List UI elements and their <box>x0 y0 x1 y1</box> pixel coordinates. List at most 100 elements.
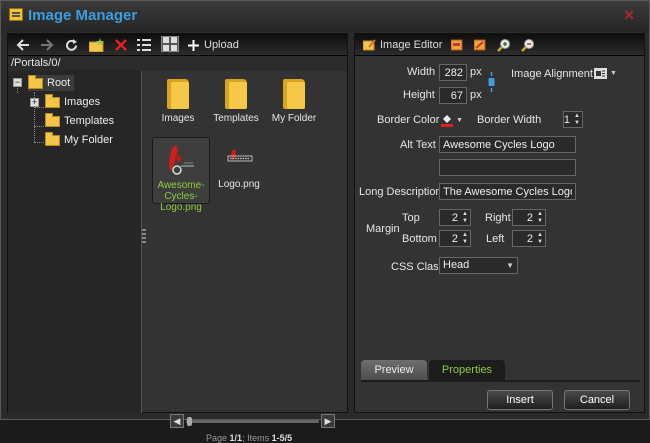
border-width-label: Border Width <box>477 114 542 126</box>
stepper-arrows[interactable]: ▲ ▼ <box>461 232 469 245</box>
back-icon[interactable] <box>16 37 30 53</box>
margin-label: Margin <box>366 223 400 235</box>
image-properties-panel: Image Editor Width px Height px Image Al… <box>354 33 645 413</box>
tab-preview[interactable]: Preview <box>361 360 427 380</box>
margin-bottom-label: Bottom <box>402 233 437 245</box>
editor-toolbar: Image Editor <box>355 34 644 56</box>
folder-icon <box>225 79 247 109</box>
width-field[interactable] <box>439 64 467 81</box>
new-folder-icon[interactable] <box>89 37 105 53</box>
tree-node-root[interactable]: Root <box>28 74 75 91</box>
alt-text-label: Alt Text <box>400 139 436 151</box>
tree-node-label: My Folder <box>64 134 113 146</box>
scroll-left-button[interactable]: ◀ <box>170 414 184 428</box>
image-editor-icon <box>363 39 376 51</box>
thumbnail-view-icon[interactable] <box>161 36 179 52</box>
scroll-thumb[interactable] <box>187 417 192 426</box>
image-thumbnail <box>166 144 196 176</box>
file-caption: Images <box>161 113 195 124</box>
image-alignment-label: Image Alignment <box>511 68 593 80</box>
window-title: Image Manager <box>28 7 138 24</box>
long-description-label: Long Description <box>359 186 442 198</box>
editor-tool-icon-2[interactable] <box>474 37 486 53</box>
chevron-down-icon: ▼ <box>506 261 514 270</box>
path-breadcrumb: /Portals/0/ <box>8 56 347 71</box>
page-info: Page 1/1; Items 1-5/5 <box>206 433 293 443</box>
margin-bottom-stepper[interactable]: 2 ▲ ▼ <box>439 230 471 247</box>
margin-left-label: Left <box>486 233 505 245</box>
chevron-down-icon: ▼ <box>456 116 463 124</box>
tree-node-templates[interactable]: Templates <box>45 112 115 129</box>
tree-node-my-folder[interactable]: My Folder <box>45 131 113 148</box>
folder-icon <box>167 79 189 109</box>
app-icon <box>9 8 23 21</box>
height-unit: px <box>470 89 482 101</box>
browser-toolbar: Upload <box>8 34 347 56</box>
file-item-logo[interactable]: Logo.png <box>210 137 268 190</box>
stepper-arrows[interactable]: ▲ ▼ <box>536 232 544 245</box>
width-unit: px <box>470 66 482 78</box>
file-item-awesome-cycles-logo[interactable]: Awesome-Cycles-Logo.png <box>152 137 210 213</box>
margin-top-label: Top <box>402 212 420 224</box>
pane-splitter-handle[interactable] <box>142 229 146 243</box>
tab-properties[interactable]: Properties <box>429 360 505 380</box>
cancel-button[interactable]: Cancel <box>564 390 630 410</box>
list-view-icon[interactable] <box>137 37 151 53</box>
file-caption: Awesome-Cycles-Logo.png <box>157 180 205 213</box>
collapse-root-toggle[interactable]: − <box>13 78 22 87</box>
margin-left-stepper[interactable]: 2 ▲ ▼ <box>512 230 546 247</box>
file-item-images-folder[interactable]: Images <box>149 79 207 124</box>
tree-node-label: Root <box>47 77 71 89</box>
align-icon <box>594 67 607 79</box>
plus-icon <box>188 39 199 51</box>
image-alignment-dropdown[interactable]: ▼ <box>594 66 620 80</box>
height-field[interactable] <box>439 87 467 104</box>
tab-divider <box>361 380 640 382</box>
file-caption: Logo.png <box>218 179 260 190</box>
zoom-out-icon[interactable] <box>521 37 535 53</box>
scroll-track[interactable] <box>186 420 319 423</box>
image-editor-button[interactable]: Image Editor <box>363 37 442 53</box>
chevron-down-icon: ▼ <box>610 69 617 77</box>
tree-node-images[interactable]: Images <box>45 93 100 110</box>
alt-text-field-2[interactable] <box>439 159 576 176</box>
paint-bucket-icon <box>441 115 453 127</box>
image-manager-window: Image Manager ✕ Upload /Portals/0/ − Roo… <box>0 0 650 443</box>
close-icon[interactable]: ✕ <box>623 7 635 24</box>
css-class-select[interactable]: Head ▼ <box>439 257 518 274</box>
width-label: Width <box>407 66 436 78</box>
folder-icon <box>45 93 60 108</box>
stepper-arrows[interactable]: ▲ ▼ <box>536 211 544 224</box>
expand-images-toggle[interactable]: + <box>30 98 39 107</box>
scroll-right-button[interactable]: ▶ <box>321 414 335 428</box>
editor-tool-icon-1[interactable] <box>451 37 463 53</box>
insert-button[interactable]: Insert <box>487 390 553 410</box>
folder-icon <box>283 79 305 109</box>
border-width-stepper[interactable]: 1 ▲ ▼ <box>563 111 583 128</box>
title-bar: Image Manager ✕ <box>1 1 649 31</box>
margin-right-label: Right <box>485 212 511 224</box>
tree-node-label: Templates <box>64 115 115 127</box>
refresh-icon[interactable] <box>65 37 78 53</box>
lock-aspect-ratio-icon[interactable] <box>488 72 495 92</box>
stepper-arrows[interactable]: ▲ ▼ <box>461 211 469 224</box>
css-class-label: CSS Class <box>391 261 445 273</box>
border-color-picker[interactable]: ▼ <box>441 112 465 128</box>
delete-icon[interactable] <box>115 37 127 53</box>
alt-text-field[interactable] <box>439 136 576 153</box>
file-pager: ◀ ▶ <box>170 414 335 428</box>
zoom-in-icon[interactable] <box>497 37 511 53</box>
folder-icon <box>28 74 43 89</box>
margin-top-stepper[interactable]: 2 ▲ ▼ <box>439 209 471 226</box>
folder-icon <box>45 131 60 146</box>
file-item-templates-folder[interactable]: Templates <box>207 79 265 124</box>
upload-label: Upload <box>204 39 239 51</box>
forward-icon[interactable] <box>40 37 54 53</box>
long-description-field[interactable] <box>439 183 576 200</box>
folder-tree: − Root + Images Templates My Folder <box>8 71 142 413</box>
file-list: Images Templates My Folder Awesome-Cycle… <box>148 71 347 443</box>
stepper-arrows[interactable]: ▲ ▼ <box>573 113 581 126</box>
upload-button[interactable]: Upload <box>188 37 239 53</box>
file-item-my-folder[interactable]: My Folder <box>265 79 323 124</box>
margin-right-stepper[interactable]: 2 ▲ ▼ <box>512 209 546 226</box>
